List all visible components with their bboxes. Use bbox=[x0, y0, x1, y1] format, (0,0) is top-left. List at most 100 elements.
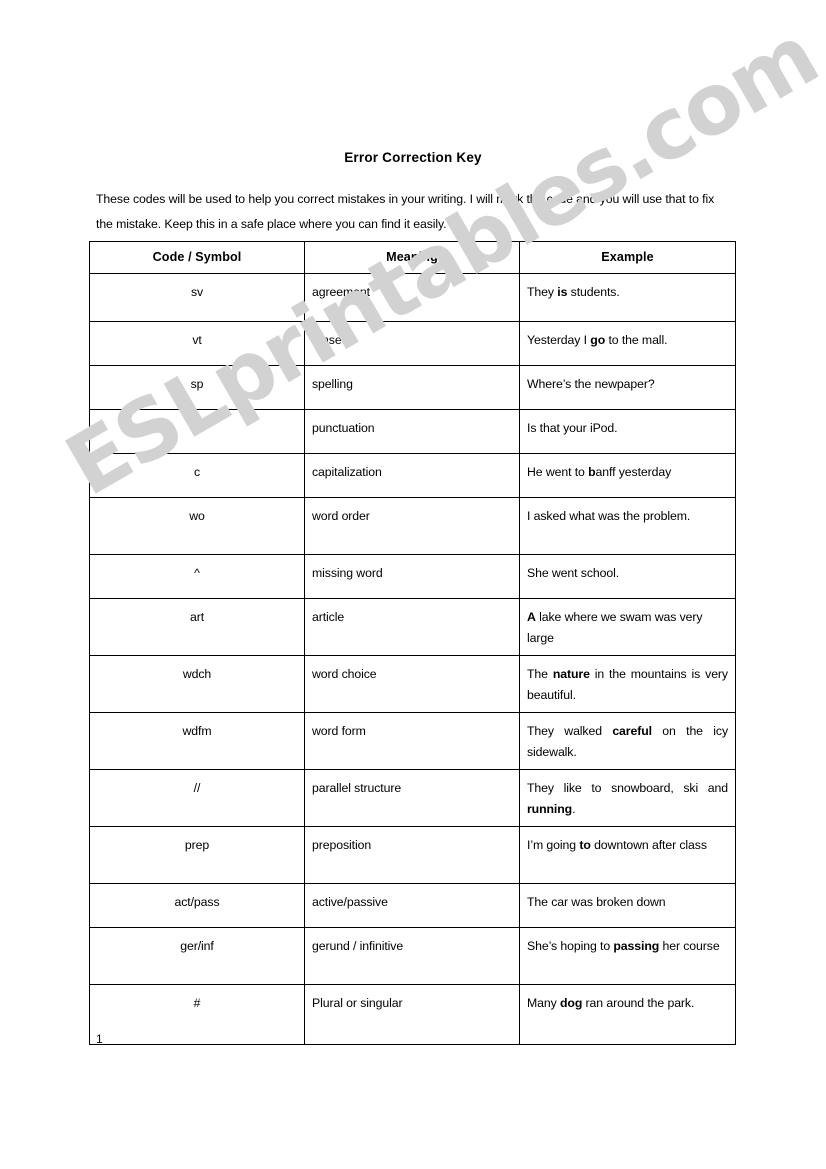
example-text: They walked bbox=[527, 724, 613, 738]
table-row: # Plural or singular Many dog ran around t… bbox=[89, 984, 736, 1045]
cell-code-symbol: sv bbox=[89, 273, 305, 322]
cell-meaning: punctuation bbox=[304, 409, 520, 454]
cell-meaning: agreement bbox=[304, 273, 520, 322]
cell-example: She’s hoping to passing her course bbox=[519, 927, 736, 985]
example-text: Where’s the newpaper? bbox=[527, 377, 655, 391]
example-error-word: dog bbox=[560, 996, 583, 1010]
example-error-word: careful bbox=[612, 724, 652, 738]
example-error-word: A bbox=[527, 610, 536, 624]
example-error-word: b bbox=[588, 465, 596, 479]
cell-meaning: word form bbox=[304, 712, 520, 770]
cell-example: The car was broken down bbox=[519, 883, 736, 928]
cell-example: He went to banff yesterday bbox=[519, 453, 736, 498]
cell-meaning: preposition bbox=[304, 826, 520, 884]
table-row: act/pass active/passive The car was broken… bbox=[89, 883, 736, 928]
cell-meaning: active/passive bbox=[304, 883, 520, 928]
cell-example: I asked what was the problem. bbox=[519, 497, 736, 555]
example-text: Yesterday I bbox=[527, 333, 591, 347]
cell-code-symbol: ^ bbox=[89, 554, 305, 599]
table-row: ger/inf gerund / infinitive She’s hoping t… bbox=[89, 927, 736, 985]
example-text: to the mall. bbox=[605, 333, 668, 347]
example-text: I’m going bbox=[527, 838, 580, 852]
cell-code-symbol: vt bbox=[89, 321, 305, 366]
table-row: sp spelling Where’s the newpaper? bbox=[89, 365, 736, 410]
table-row: sv agreement They is students. bbox=[89, 273, 736, 322]
cell-code-symbol: wo bbox=[89, 497, 305, 555]
example-text: She’s hoping to bbox=[527, 939, 614, 953]
example-text: ran around the park. bbox=[582, 996, 695, 1010]
table-row: //parallel structure They like to snowboa… bbox=[89, 769, 736, 827]
example-error-word: passing bbox=[613, 939, 660, 953]
document-body: Error Correction Key These codes will be… bbox=[0, 0, 826, 237]
column-header-example: Example bbox=[519, 241, 736, 274]
example-text: her course bbox=[659, 939, 720, 953]
cell-meaning: word order bbox=[304, 497, 520, 555]
example-text: They bbox=[527, 285, 558, 299]
cell-example: Where’s the newpaper? bbox=[519, 365, 736, 410]
example-error-word: running bbox=[527, 802, 573, 816]
cell-example: The nature in the mountains is very beau… bbox=[519, 655, 736, 713]
example-text: He went to bbox=[527, 465, 589, 479]
cell-example: Yesterday I go to the mall. bbox=[519, 321, 736, 366]
cell-meaning: Plural or singular bbox=[304, 984, 520, 1045]
example-text: students. bbox=[567, 285, 620, 299]
example-text: They like to snowboard, ski and bbox=[527, 781, 728, 795]
cell-example: Many dog ran around the park. bbox=[519, 984, 736, 1045]
cell-code-symbol: art bbox=[89, 598, 305, 656]
example-text: anff yesterday bbox=[595, 465, 672, 479]
document-page: ESLprintables.com Error Correction Key T… bbox=[0, 0, 826, 1169]
cell-example: They like to snowboard, ski and running. bbox=[519, 769, 736, 827]
table-row: c capitalization He went to banff yesterda… bbox=[89, 453, 736, 498]
cell-code-symbol: // bbox=[89, 769, 305, 827]
cell-meaning: tense bbox=[304, 321, 520, 366]
cell-code-symbol: wdfm bbox=[89, 712, 305, 770]
example-error-word: go bbox=[590, 333, 606, 347]
cell-meaning: parallel structure bbox=[304, 769, 520, 827]
table-row: vt tense Yesterday I go to the mall. bbox=[89, 321, 736, 366]
table-body: sv agreement They is students. vt tense Yeste… bbox=[89, 273, 736, 1045]
cell-code-symbol: wdch bbox=[89, 655, 305, 713]
cell-example: She went school. bbox=[519, 554, 736, 599]
cell-code-symbol: ger/inf bbox=[89, 927, 305, 985]
example-text: She went school. bbox=[527, 566, 620, 580]
table-row: wdch word choice The nature in the mountai… bbox=[89, 655, 736, 713]
cell-code-symbol: sp bbox=[89, 365, 305, 410]
cell-example: They walked careful on the icy sidewalk. bbox=[519, 712, 736, 770]
cell-meaning: article bbox=[304, 598, 520, 656]
example-text: I asked what was the problem. bbox=[527, 509, 691, 523]
column-header-code: Code / Symbol bbox=[89, 241, 305, 274]
example-text: The bbox=[527, 667, 553, 681]
table-row: wo word order I asked what was the problem… bbox=[89, 497, 736, 555]
page-number: 1 bbox=[96, 1032, 103, 1046]
table-row: p punctuation Is that your iPod. bbox=[89, 409, 736, 454]
page-title: Error Correction Key bbox=[344, 150, 482, 165]
cell-code-symbol: prep bbox=[89, 826, 305, 884]
cell-meaning: capitalization bbox=[304, 453, 520, 498]
cell-meaning: spelling bbox=[304, 365, 520, 410]
table-row: prep preposition I’m going to downtown aft… bbox=[89, 826, 736, 884]
cell-meaning: gerund / infinitive bbox=[304, 927, 520, 985]
example-text: Is that your iPod. bbox=[527, 421, 618, 435]
example-error-word: to bbox=[579, 838, 591, 852]
example-text: Many bbox=[527, 996, 560, 1010]
example-text: lake where we swam was very large bbox=[527, 610, 703, 645]
table-header-row: Code / Symbol Meaning Example bbox=[89, 241, 736, 274]
table-row: art article A lake where we swam was very … bbox=[89, 598, 736, 656]
cell-meaning: word choice bbox=[304, 655, 520, 713]
table-row: ^ missing word She went school. bbox=[89, 554, 736, 599]
cell-example: Is that your iPod. bbox=[519, 409, 736, 454]
table-row: wdfm word form They walked careful on the … bbox=[89, 712, 736, 770]
cell-meaning: missing word bbox=[304, 554, 520, 599]
cell-code-symbol: p bbox=[89, 409, 305, 454]
cell-code-symbol: c bbox=[89, 453, 305, 498]
cell-example: I’m going to downtown after class bbox=[519, 826, 736, 884]
cell-code-symbol: act/pass bbox=[89, 883, 305, 928]
example-error-word: is bbox=[557, 285, 568, 299]
cell-example: They is students. bbox=[519, 273, 736, 322]
example-text: downtown after class bbox=[590, 838, 707, 852]
example-error-word: nature bbox=[552, 667, 590, 681]
error-correction-table: Code / Symbol Meaning Example sv agreemen… bbox=[89, 241, 736, 1045]
example-text: The car was broken down bbox=[527, 895, 666, 909]
table-header: Code / Symbol Meaning Example bbox=[89, 241, 736, 274]
cell-example: A lake where we swam was very large bbox=[519, 598, 736, 656]
